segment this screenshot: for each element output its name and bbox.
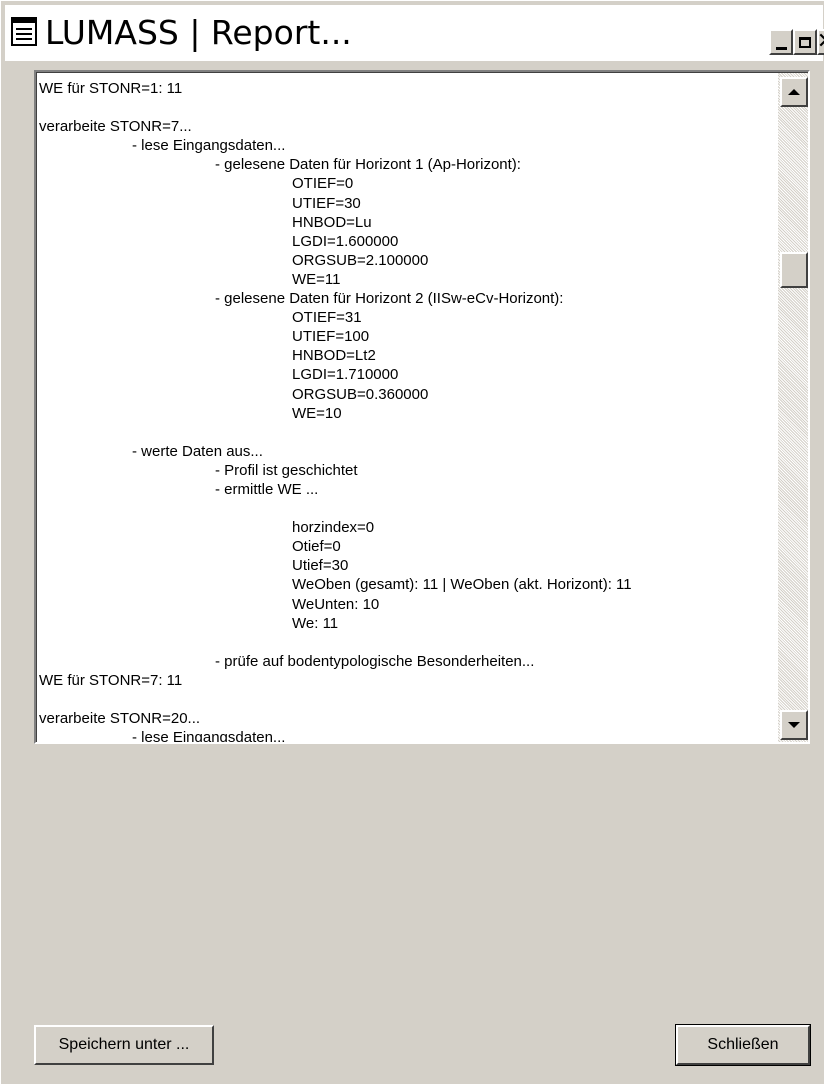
close-button[interactable]: Schließen [675, 1024, 811, 1066]
report-line: WE=10 [292, 404, 342, 422]
report-line: - ermittle WE ... [215, 480, 319, 498]
report-line: LGDI=1.600000 [292, 232, 399, 250]
window-title: LUMASS | Report... [45, 13, 352, 52]
report-line: WeUnten: 10 [292, 595, 380, 613]
arrow-up-icon [788, 89, 800, 95]
report-line: HNBOD=Lt2 [292, 347, 376, 365]
report-line: verarbeite STONR=20... [39, 710, 201, 728]
minimize-button[interactable] [769, 29, 793, 55]
report-line [39, 499, 775, 518]
document-icon [11, 17, 37, 46]
report-window: LUMASS | Report... ✕ WE für STONR=1: 11 v… [0, 0, 824, 1084]
report-line: - prüfe auf bodentypologische Besonderhe… [215, 652, 535, 670]
report-text-area[interactable]: WE für STONR=1: 11 verarbeite STONR=7... -… [34, 70, 810, 744]
report-line: Otief=0 [292, 538, 341, 556]
report-line: ORGSUB=0.360000 [292, 385, 429, 403]
report-text: WE für STONR=1: 11 verarbeite STONR=7... -… [39, 79, 775, 742]
report-line: UTIEF=100 [292, 328, 370, 346]
report-line: LGDI=1.710000 [292, 366, 399, 384]
report-line: We: 11 [292, 614, 339, 632]
report-line: horzindex=0 [292, 519, 375, 537]
report-line: WE=11 [292, 270, 341, 288]
report-line: WeOben (gesamt): 11 | WeOben (akt. Horiz… [292, 576, 632, 594]
report-line [39, 633, 775, 652]
maximize-icon [799, 36, 811, 48]
scroll-up-button[interactable] [780, 77, 808, 107]
close-window-button[interactable]: ✕ [817, 29, 824, 55]
report-line [39, 423, 775, 442]
report-line: OTIEF=0 [292, 175, 354, 193]
report-line: - lese Eingangsdaten... [132, 729, 286, 742]
arrow-down-icon [788, 722, 800, 728]
scrollbar-thumb[interactable] [780, 252, 808, 288]
minimize-icon [775, 46, 787, 50]
title-bar[interactable]: LUMASS | Report... ✕ [5, 5, 824, 61]
report-line: WE für STONR=1: 11 [39, 80, 183, 97]
report-line: - lese Eingangsdaten... [132, 137, 286, 155]
report-line: Utief=30 [292, 557, 349, 575]
maximize-button[interactable] [793, 29, 817, 55]
report-line: - Profil ist geschichtet [215, 461, 358, 479]
report-line: OTIEF=31 [292, 309, 362, 327]
report-line [39, 98, 775, 117]
report-line: UTIEF=30 [292, 194, 361, 212]
report-line: ORGSUB=2.100000 [292, 251, 429, 269]
close-icon: ✕ [817, 31, 824, 53]
report-line: - gelesene Daten für Horizont 1 (Ap-Hori… [215, 156, 521, 174]
scroll-down-button[interactable] [780, 710, 808, 740]
report-line: WE für STONR=7: 11 [39, 671, 183, 689]
report-line [39, 690, 775, 709]
report-line: - gelesene Daten für Horizont 2 (IISw-eC… [215, 290, 564, 308]
vertical-scrollbar[interactable] [778, 73, 808, 742]
save-as-button[interactable]: Speichern unter ... [34, 1025, 214, 1065]
report-line: HNBOD=Lu [292, 213, 372, 231]
report-line: verarbeite STONR=7... [39, 118, 192, 136]
report-line: - werte Daten aus... [132, 442, 263, 460]
